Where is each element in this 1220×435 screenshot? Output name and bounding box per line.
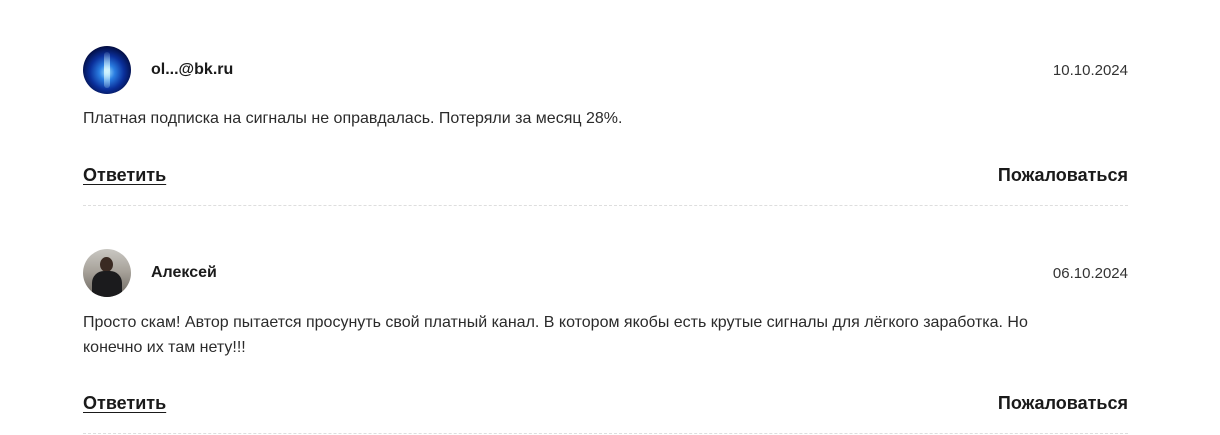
comment-divider [83, 205, 1128, 206]
comment-text: Платная подписка на сигналы не оправдала… [83, 110, 623, 127]
comment-header: ol...@bk.ru 10.10.2024 [83, 45, 1128, 95]
reply-link[interactable]: Ответить [83, 393, 166, 414]
comment-actions: Ответить Пожаловаться [83, 163, 1128, 187]
report-link[interactable]: Пожаловаться [998, 393, 1128, 414]
comment-date: 06.10.2024 [1052, 264, 1128, 282]
comment-actions: Ответить Пожаловаться [83, 391, 1128, 415]
avatar[interactable] [83, 249, 131, 297]
comment-date: 10.10.2024 [1052, 61, 1128, 79]
comment-divider [83, 433, 1128, 434]
comment-header: Алексей 06.10.2024 [83, 248, 1128, 298]
report-link[interactable]: Пожаловаться [998, 165, 1128, 186]
comment-text: Просто скам! Автор пытается просунуть св… [83, 314, 1028, 356]
comment-author[interactable]: Алексей [151, 264, 217, 282]
comment-author[interactable]: ol...@bk.ru [151, 61, 233, 79]
avatar[interactable] [83, 46, 131, 94]
reply-link[interactable]: Ответить [83, 165, 166, 186]
